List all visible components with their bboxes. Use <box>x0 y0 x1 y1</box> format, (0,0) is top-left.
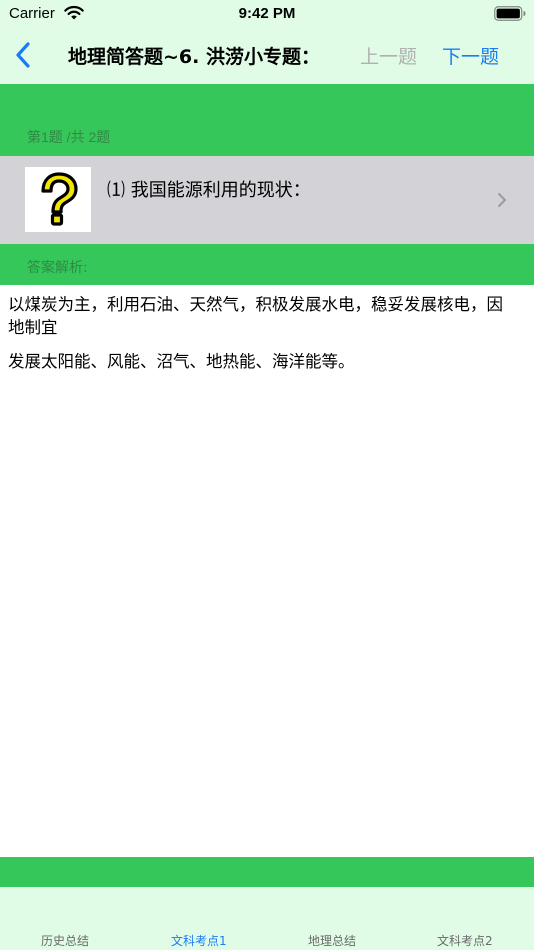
navigation-bar: 地理简答题~6. 洪涝小专题： 上一题 下一题 <box>0 28 534 84</box>
chevron-left-icon[interactable] <box>13 40 35 70</box>
tab-liberal-arts-points-1[interactable]: 文科考点1 <box>171 932 227 949</box>
battery-icon <box>494 6 526 21</box>
answer-paragraph: 以煤炭为主，利用石油、天然气，积极发展水电，稳妥发展核电，因地制宜 <box>8 295 503 337</box>
status-time: 9:42 PM <box>238 5 296 22</box>
answer-paragraph: 发展太阳能、风能、沼气、地热能、海洋能等。 <box>8 352 355 371</box>
status-bar: Carrier 9:42 PM <box>0 0 534 28</box>
tab-liberal-arts-points-2[interactable]: 文科考点2 <box>437 932 493 949</box>
tab-bar: 历史总结 文科考点1 地理总结 文科考点2 <box>0 887 534 950</box>
next-question-button[interactable]: 下一题 <box>442 42 499 69</box>
question-mark-icon <box>25 167 91 232</box>
tab-history-summary[interactable]: 历史总结 <box>41 932 89 949</box>
question-counter: 第1题 /共 2题 <box>27 129 111 145</box>
question-row[interactable]: ⑴ 我国能源利用的现状： <box>0 156 534 244</box>
page-title: 地理简答题~6. 洪涝小专题： <box>68 46 320 68</box>
answer-content: 以煤炭为主，利用石油、天然气，积极发展水电，稳妥发展核电，因地制宜 发展太阳能、… <box>8 293 518 384</box>
tab-geography-summary[interactable]: 地理总结 <box>308 932 356 949</box>
answer-header: 答案解析: <box>0 244 534 285</box>
question-text: ⑴ 我国能源利用的现状： <box>107 180 311 201</box>
footer-band <box>0 857 534 887</box>
chevron-right-icon <box>498 193 506 207</box>
answer-label: 答案解析: <box>27 260 88 276</box>
previous-question-button[interactable]: 上一题 <box>360 42 417 69</box>
